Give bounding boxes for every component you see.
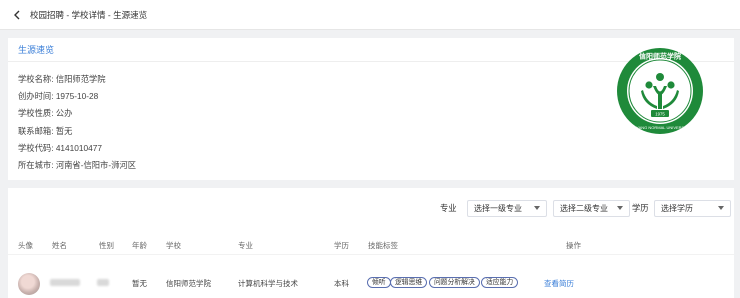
chevron-down-icon — [718, 206, 724, 210]
header-gender: 性别 — [99, 241, 114, 250]
info-school-code: 学校代码: 4141010477 — [18, 142, 102, 153]
info-city: 所在城市: 河南省-信阳市-浉河区 — [18, 159, 137, 170]
skill-tag: 问题分析解决 — [429, 277, 480, 288]
avatar — [18, 273, 40, 295]
svg-text:1975: 1975 — [655, 111, 665, 116]
cell-degree: 本科 — [334, 279, 349, 288]
table-divider — [8, 254, 734, 255]
header-skill-tags: 技能标签 — [368, 241, 398, 250]
skill-tag: 逻辑思维 — [390, 277, 428, 288]
degree-select[interactable]: 选择学历 — [654, 199, 731, 217]
skill-tag: 倾听 — [367, 277, 391, 288]
cell-major: 计算机科学与技术 — [238, 279, 298, 288]
svg-text:信阳师范学院: 信阳师范学院 — [639, 52, 681, 61]
header-avatar: 头像 — [18, 241, 33, 250]
info-founded-date: 创办时间: 1975-10-28 — [18, 91, 99, 102]
school-info-card: 生源速览 学校名称: 信阳师范学院 创办时间: 1975-10-28 学校性质:… — [8, 38, 734, 180]
svg-text:XINYANG NORMAL UNIVERSITY: XINYANG NORMAL UNIVERSITY — [630, 125, 691, 130]
major-level1-select[interactable]: 选择一级专业 — [467, 199, 547, 217]
name-redacted — [50, 279, 80, 286]
header-name: 姓名 — [52, 241, 67, 250]
chevron-down-icon — [617, 206, 623, 210]
top-bar: 校园招聘 - 学校详情 - 生源速览 — [0, 0, 740, 30]
student-list-card: 专业 选择一级专业 选择二级专业 学历 选择学历 头像 姓名 性别 年龄 学校 … — [8, 188, 734, 298]
degree-filter-label: 学历 — [632, 203, 649, 213]
major-filter-label: 专业 — [440, 203, 457, 213]
chevron-down-icon — [534, 206, 540, 210]
major-level2-select[interactable]: 选择二级专业 — [553, 199, 630, 217]
cell-age: 暂无 — [132, 279, 147, 288]
school-logo: 1975 信阳师范学院 XINYANG NORMAL UNIVERSITY — [617, 48, 703, 134]
cell-school: 信阳师范学院 — [166, 279, 211, 288]
header-age: 年龄 — [132, 241, 147, 250]
header-school: 学校 — [166, 241, 181, 250]
header-major: 专业 — [238, 241, 253, 250]
info-school-name: 学校名称: 信阳师范学院 — [18, 74, 106, 84]
header-actions: 操作 — [566, 241, 581, 250]
header-degree: 学历 — [334, 241, 349, 250]
view-resume-link[interactable]: 查看简历 — [544, 278, 574, 289]
info-school-type: 学校性质: 公办 — [18, 108, 73, 119]
info-email: 联系邮箱: 暂无 — [18, 125, 73, 136]
gender-redacted — [97, 279, 109, 286]
back-arrow-icon[interactable] — [12, 10, 22, 20]
skill-tag: 适应能力 — [481, 277, 519, 288]
major-filter: 专业 — [440, 199, 457, 217]
breadcrumb: 校园招聘 - 学校详情 - 生源速览 — [30, 9, 148, 20]
school-info-list: 学校名称: 信阳师范学院 创办时间: 1975-10-28 学校性质: 公办 联… — [18, 71, 136, 174]
